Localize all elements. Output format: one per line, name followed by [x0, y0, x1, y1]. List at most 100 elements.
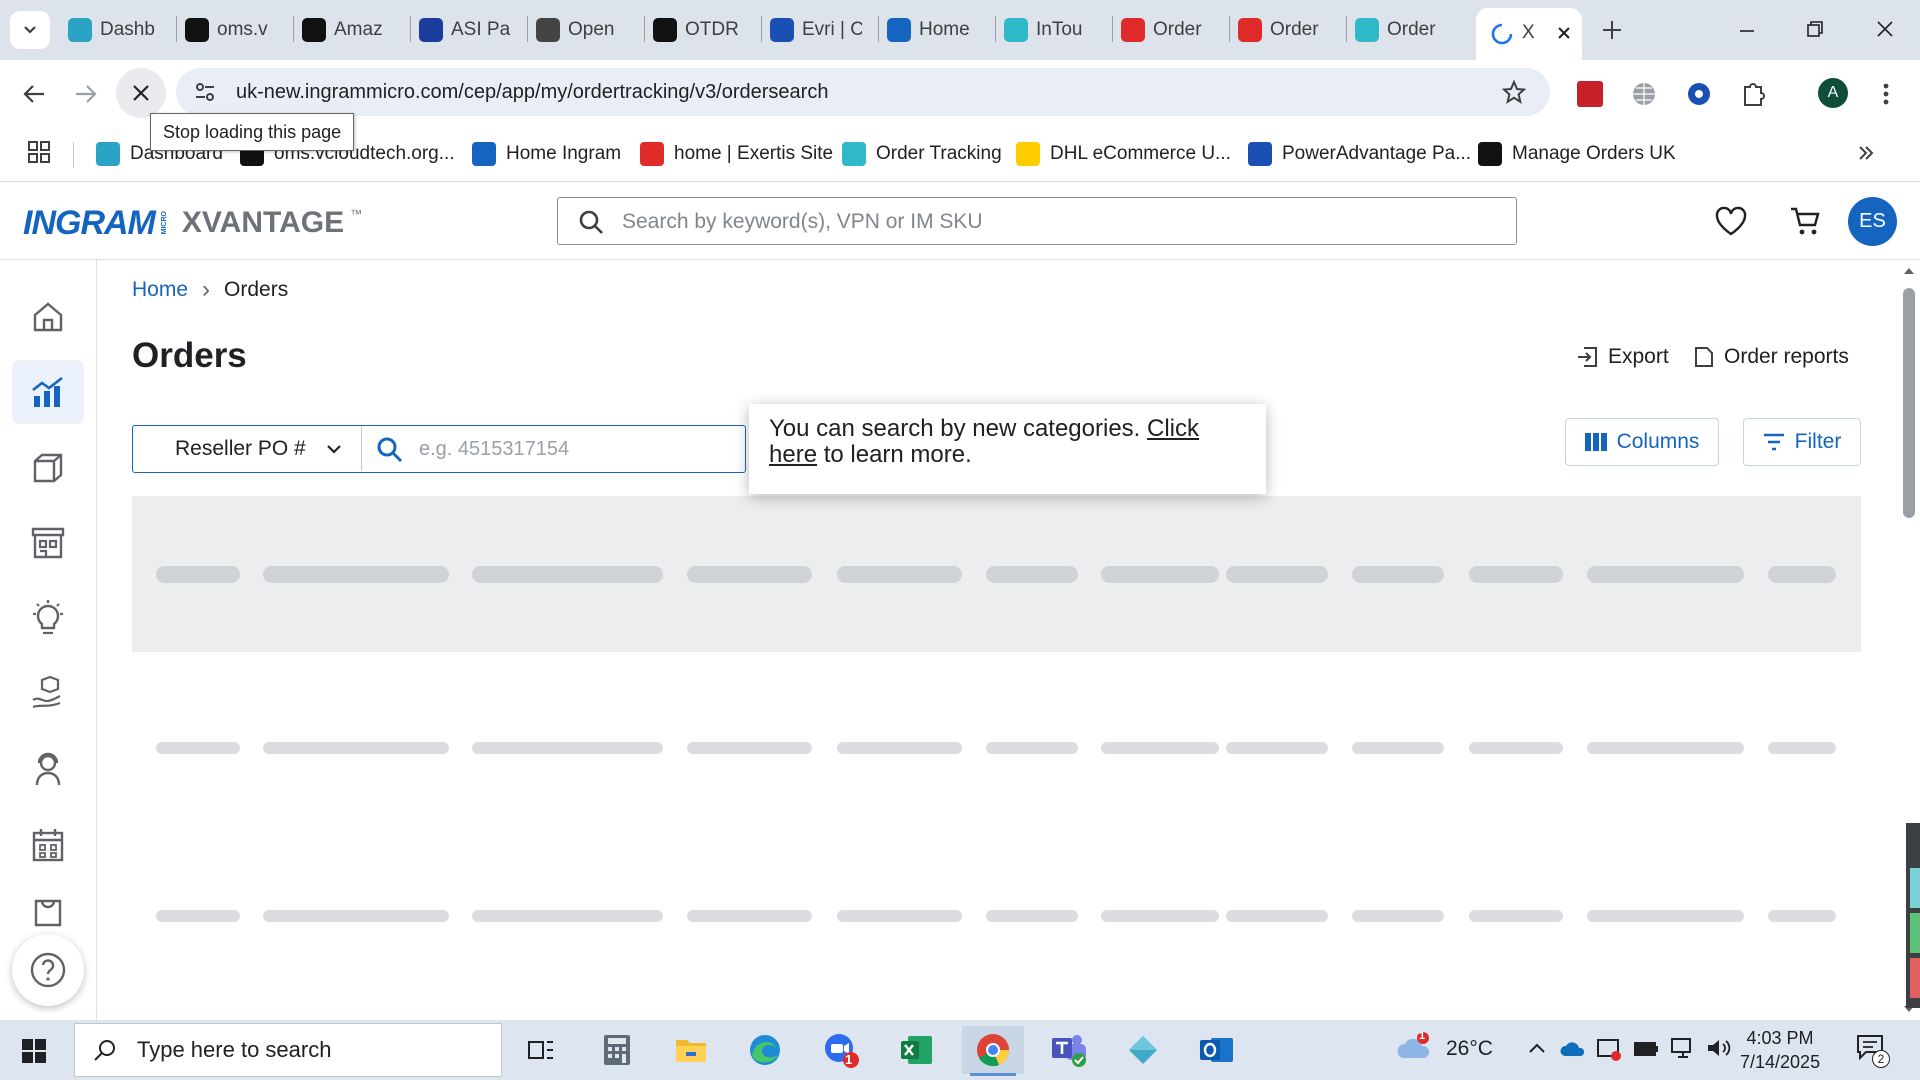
close-icon [133, 85, 149, 101]
task-view-button[interactable] [510, 1026, 572, 1074]
globe-extension-icon[interactable] [1631, 81, 1657, 107]
browser-menu-icon[interactable] [1882, 82, 1890, 106]
zoom-app[interactable]: 1 [810, 1026, 872, 1074]
new-tab-icon[interactable] [1601, 19, 1623, 41]
vpn-app[interactable] [1112, 1026, 1174, 1074]
filter-button[interactable]: Filter [1743, 418, 1861, 466]
battery-icon[interactable] [1634, 1038, 1660, 1058]
skeleton-placeholder [1352, 566, 1444, 583]
bookmark-item[interactable]: Order Tracking [842, 140, 1002, 168]
bookmark-label: Manage Orders UK [1512, 143, 1676, 164]
weather-temperature[interactable]: 26°C [1446, 1037, 1493, 1061]
extensions-puzzle-icon[interactable] [1741, 79, 1767, 107]
outlook-app[interactable] [1186, 1026, 1248, 1074]
cart-icon[interactable] [1789, 205, 1821, 237]
product-search[interactable]: Search by keyword(s), VPN or IM SKU [557, 197, 1517, 245]
show-hidden-icons-chevron-icon[interactable] [1528, 1042, 1546, 1054]
apps-grid-icon[interactable] [27, 140, 51, 164]
calculator-app[interactable] [586, 1026, 648, 1074]
profile-avatar[interactable]: A [1818, 78, 1848, 108]
onedrive-icon[interactable] [1560, 1039, 1586, 1057]
active-tab-label: X [1522, 22, 1535, 43]
nav-shopping[interactable] [12, 888, 84, 932]
excel-app[interactable] [886, 1026, 948, 1074]
browser-tab[interactable]: Order [1238, 11, 1341, 49]
site-info-icon[interactable] [194, 81, 216, 103]
scrollbar-thumb[interactable] [1903, 288, 1915, 518]
browser-tab[interactable]: oms.v [185, 11, 288, 49]
weather-widget[interactable]: 1 [1396, 1030, 1432, 1064]
back-icon[interactable] [22, 83, 46, 105]
teams-app[interactable] [1038, 1026, 1100, 1074]
bookmark-star-icon[interactable] [1502, 80, 1526, 104]
browser-tab[interactable]: OTDR [653, 11, 756, 49]
breadcrumb-home-link[interactable]: Home [132, 278, 188, 302]
calculator-icon [604, 1035, 630, 1065]
minimize-icon[interactable] [1738, 22, 1756, 40]
ingram-xvantage-logo[interactable]: INGRAM MICRO XVANTAGE ™ [23, 203, 362, 243]
browser-tab[interactable]: Order [1355, 11, 1458, 49]
chevron-down-icon [24, 26, 36, 34]
nav-ideas[interactable] [12, 587, 84, 651]
export-button[interactable]: Export [1576, 345, 1669, 369]
notification-center-button[interactable]: 2 [1856, 1034, 1890, 1068]
nav-support[interactable] [12, 737, 84, 801]
bookmark-item[interactable]: DHL eCommerce U... [1016, 140, 1231, 168]
order-reports-button[interactable]: Order reports [1694, 345, 1849, 369]
bookmark-item[interactable]: Manage Orders UK [1478, 140, 1676, 168]
url-text[interactable]: uk-new.ingrammicro.com/cep/app/my/ordert… [236, 81, 828, 104]
edge-app[interactable] [734, 1026, 796, 1074]
address-bar[interactable]: uk-new.ingrammicro.com/cep/app/my/ordert… [176, 68, 1550, 116]
ingram-tab-icon [68, 18, 92, 42]
browser-tab[interactable]: Amaz [302, 11, 405, 49]
nav-products[interactable] [12, 436, 84, 500]
nav-store[interactable] [12, 511, 84, 575]
tab-separator [176, 16, 177, 42]
close-tab-icon[interactable] [1556, 25, 1572, 41]
security-center-icon[interactable] [1596, 1036, 1622, 1062]
chrome-app[interactable] [962, 1026, 1024, 1076]
logo-micro: MICRO [160, 211, 168, 235]
taskbar-search[interactable]: Type here to search [74, 1023, 502, 1077]
nav-calendar[interactable] [12, 813, 84, 877]
side-widget-strip [1906, 823, 1920, 1008]
windows-start-icon[interactable] [22, 1039, 46, 1063]
tab-search-button[interactable] [10, 11, 50, 49]
pdf-extension-icon[interactable] [1577, 81, 1603, 107]
user-avatar[interactable]: ES [1848, 197, 1897, 246]
browser-tab[interactable]: Home [887, 11, 990, 49]
volume-icon[interactable] [1706, 1037, 1732, 1059]
bookmark-item[interactable]: home | Exertis Site [640, 140, 833, 168]
tracking-extension-icon[interactable] [1686, 81, 1712, 107]
oms-tab-icon [185, 18, 209, 42]
browser-tab-label: Open [568, 19, 615, 40]
bookmark-item[interactable]: PowerAdvantage Pa... [1248, 140, 1471, 168]
browser-tab[interactable]: ASI Pa [419, 11, 522, 49]
columns-button[interactable]: Columns [1565, 418, 1719, 466]
more-bookmarks-icon[interactable] [1857, 144, 1875, 162]
search-category-select[interactable]: Reseller PO # [133, 426, 362, 471]
nav-analytics[interactable] [12, 360, 84, 424]
browser-tab[interactable]: Open [536, 11, 639, 49]
network-icon[interactable] [1670, 1037, 1696, 1059]
close-window-icon[interactable] [1876, 20, 1894, 38]
order-search-input[interactable]: e.g. 4515317154 [419, 438, 569, 461]
browser-tab[interactable]: Dashb [68, 11, 171, 49]
favorites-heart-icon[interactable] [1714, 205, 1748, 237]
nav-home[interactable] [12, 285, 84, 349]
browser-tab[interactable]: InTou [1004, 11, 1107, 49]
nav-services[interactable] [12, 662, 84, 726]
asi-tab-icon [419, 18, 443, 42]
skeleton-placeholder [263, 566, 449, 583]
file-explorer-app[interactable] [660, 1026, 722, 1074]
forward-icon[interactable] [74, 83, 98, 105]
restore-icon[interactable] [1806, 20, 1824, 38]
scroll-up-icon[interactable] [1903, 267, 1915, 275]
stop-loading-button[interactable] [116, 68, 166, 118]
taskbar-clock[interactable]: 4:03 PM 7/14/2025 [1740, 1026, 1820, 1074]
browser-tab[interactable]: Order [1121, 11, 1224, 49]
active-tab[interactable]: X [1476, 8, 1582, 60]
bookmark-item[interactable]: Home Ingram [472, 140, 621, 168]
help-button[interactable] [12, 934, 84, 1006]
browser-tab[interactable]: Evri | C [770, 11, 873, 49]
